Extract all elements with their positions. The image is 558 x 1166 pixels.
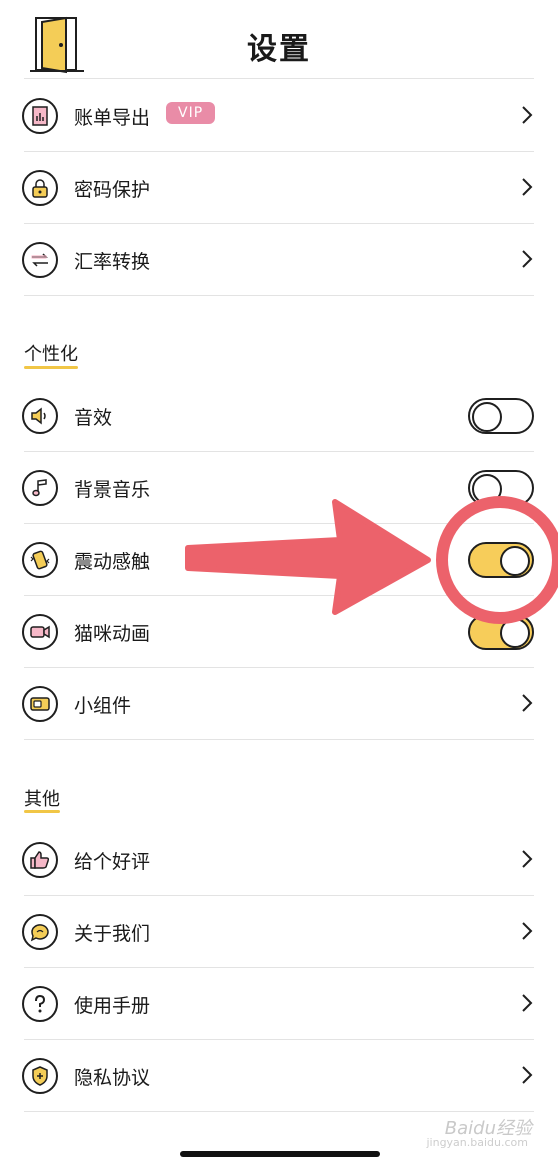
- shield-plus-icon: [22, 1058, 58, 1094]
- row-haptics[interactable]: 震动感触: [0, 524, 558, 596]
- row-label: 给个好评: [74, 851, 151, 873]
- chevron-right-icon: [522, 106, 533, 124]
- home-indicator[interactable]: [180, 1151, 380, 1157]
- section-underline: [24, 366, 78, 369]
- chart-doc-icon: [22, 98, 58, 134]
- vibrate-phone-icon: [22, 542, 58, 578]
- chevron-right-icon: [522, 994, 533, 1012]
- row-label: 关于我们: [74, 923, 151, 945]
- chevron-right-icon: [522, 694, 533, 712]
- chevron-right-icon: [522, 850, 533, 868]
- section-underline: [24, 810, 60, 813]
- toggle-knob: [500, 618, 530, 648]
- row-exchange-rate[interactable]: 汇率转换: [0, 224, 558, 296]
- row-label: 隐私协议: [74, 1067, 151, 1089]
- divider: [24, 1111, 534, 1112]
- vip-badge: VIP: [166, 102, 216, 124]
- haptics-toggle[interactable]: [468, 542, 534, 578]
- row-bill-export[interactable]: 账单导出 VIP: [0, 80, 558, 152]
- section-title-other: 其他: [24, 789, 60, 810]
- sound-toggle[interactable]: [468, 398, 534, 434]
- toggle-knob: [500, 546, 530, 576]
- row-label: 音效: [74, 407, 113, 429]
- lock-icon: [22, 170, 58, 206]
- watermark-sub: jingyan.baidu.com: [426, 1136, 528, 1149]
- row-label: 震动感触: [74, 551, 151, 573]
- row-rate-app[interactable]: 给个好评: [0, 824, 558, 896]
- row-password-protect[interactable]: 密码保护: [0, 152, 558, 224]
- row-label: 账单导出: [74, 107, 151, 129]
- chat-bubble-icon: [22, 914, 58, 950]
- exchange-icon: [22, 242, 58, 278]
- section-title-personalize: 个性化: [24, 344, 78, 365]
- header: 设置: [0, 0, 558, 80]
- row-background-music[interactable]: 背景音乐: [0, 452, 558, 524]
- divider: [24, 739, 534, 740]
- row-about-us[interactable]: 关于我们: [0, 896, 558, 968]
- divider: [24, 295, 534, 296]
- row-label: 猫咪动画: [74, 623, 151, 645]
- row-sound-effects[interactable]: 音效: [0, 380, 558, 452]
- music-toggle[interactable]: [468, 470, 534, 506]
- music-note-icon: [22, 470, 58, 506]
- row-user-manual[interactable]: 使用手册: [0, 968, 558, 1040]
- speaker-icon: [22, 398, 58, 434]
- row-label: 背景音乐: [74, 479, 151, 501]
- toggle-knob: [472, 402, 502, 432]
- row-widget[interactable]: 小组件: [0, 668, 558, 740]
- row-label: 小组件: [74, 695, 132, 717]
- row-cat-animation[interactable]: 猫咪动画: [0, 596, 558, 668]
- question-icon: [22, 986, 58, 1022]
- chevron-right-icon: [522, 922, 533, 940]
- toggle-knob: [472, 474, 502, 504]
- page-title: 设置: [247, 32, 311, 67]
- video-camera-icon: [22, 614, 58, 650]
- chevron-right-icon: [522, 250, 533, 268]
- chevron-right-icon: [522, 1066, 533, 1084]
- row-privacy-policy[interactable]: 隐私协议: [0, 1040, 558, 1112]
- row-label: 汇率转换: [74, 251, 151, 273]
- divider: [24, 78, 534, 79]
- widget-icon: [22, 686, 58, 722]
- cat-animation-toggle[interactable]: [468, 614, 534, 650]
- row-label: 使用手册: [74, 995, 151, 1017]
- chevron-right-icon: [522, 178, 533, 196]
- thumbs-up-icon: [22, 842, 58, 878]
- row-label: 密码保护: [74, 179, 151, 201]
